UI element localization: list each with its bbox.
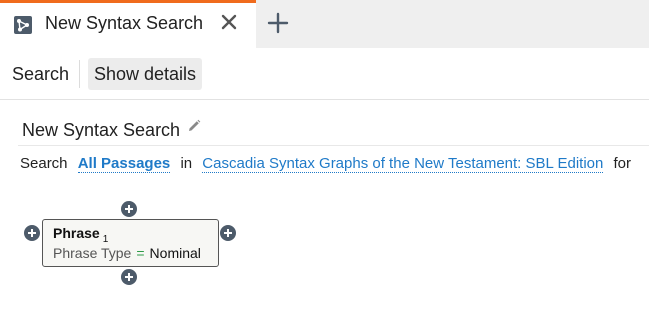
syntax-search-icon <box>14 16 32 34</box>
search-sentence: Search All Passages in Cascadia Syntax G… <box>20 155 631 173</box>
show-details-button[interactable]: Show details <box>88 58 203 90</box>
toolbar-divider <box>79 60 80 88</box>
node-index: 1 <box>102 233 109 245</box>
node-attribute[interactable]: Phrase Type = Nominal <box>53 245 201 261</box>
close-icon[interactable] <box>218 11 240 33</box>
add-node-above-icon[interactable] <box>121 201 137 217</box>
node-title: Phrase 1 <box>53 225 108 245</box>
phrase-node[interactable]: Phrase 1 Phrase Type = Nominal <box>42 219 219 267</box>
add-tab-icon[interactable] <box>266 11 290 35</box>
page-title[interactable]: New Syntax Search <box>22 120 180 141</box>
scope-link[interactable]: All Passages <box>77 155 171 173</box>
title-divider <box>18 145 649 146</box>
toolbar: Search Show details <box>0 48 649 100</box>
attribute-key: Phrase Type <box>53 245 132 261</box>
attribute-operator: = <box>136 245 145 261</box>
pencil-icon[interactable] <box>186 118 202 134</box>
search-button[interactable]: Search <box>6 58 75 90</box>
add-node-left-icon[interactable] <box>24 225 40 241</box>
sentence-suffix: for <box>613 155 632 172</box>
resource-link[interactable]: Cascadia Syntax Graphs of the New Testam… <box>202 155 604 173</box>
add-node-below-icon[interactable] <box>121 269 137 285</box>
tab-title: New Syntax Search <box>45 13 204 33</box>
node-type-label: Phrase <box>53 225 100 241</box>
tab-strip: New Syntax Search <box>0 0 649 48</box>
add-node-right-icon[interactable] <box>220 225 236 241</box>
sentence-prefix: Search <box>20 155 68 172</box>
sentence-in: in <box>180 155 193 172</box>
tab-new-syntax-search[interactable]: New Syntax Search <box>0 0 256 48</box>
attribute-value: Nominal <box>149 245 201 261</box>
